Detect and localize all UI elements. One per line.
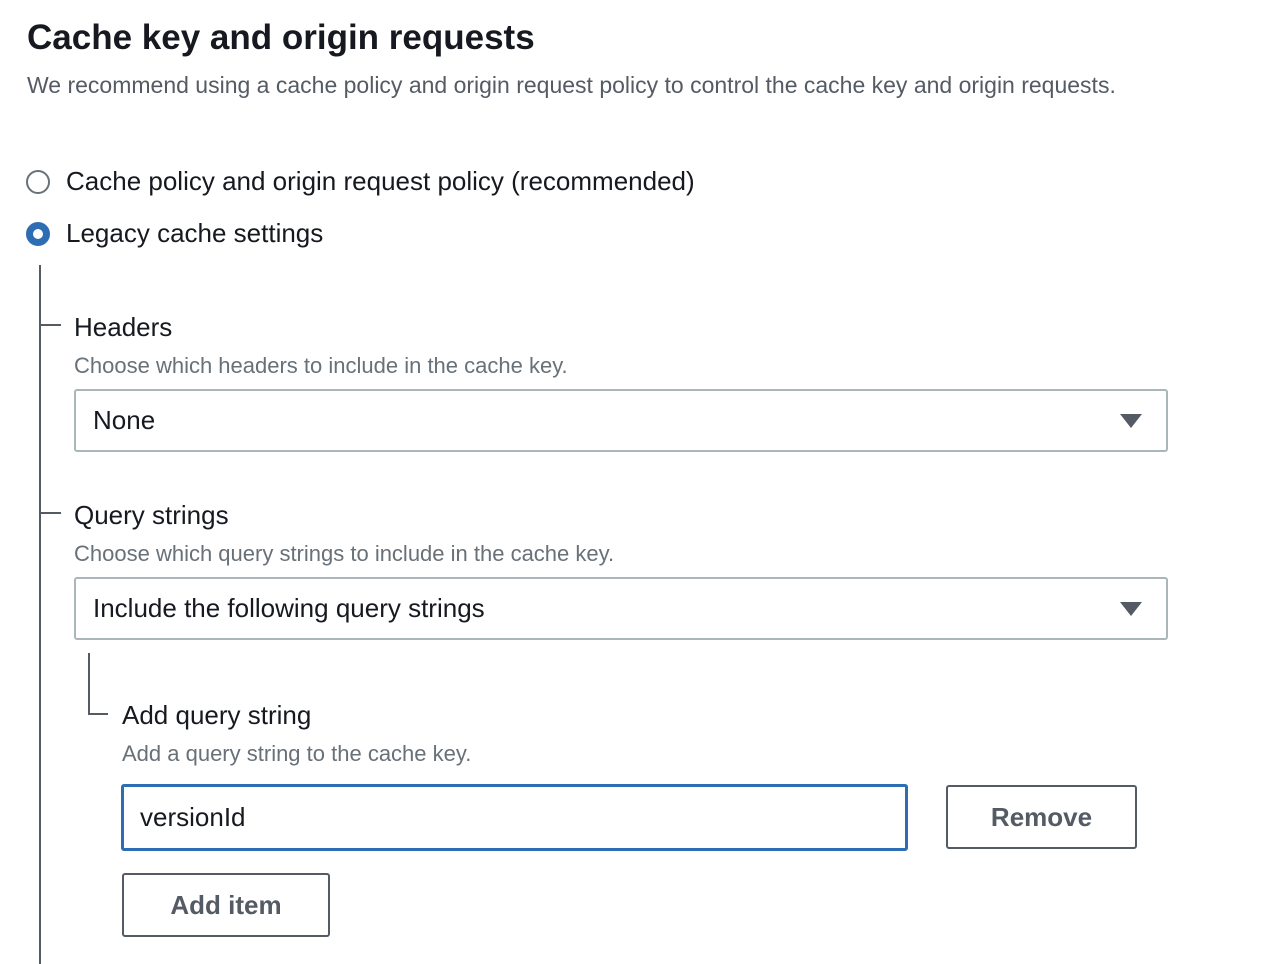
radio-cache-policy[interactable]: Cache policy and origin request policy (… (26, 166, 695, 197)
tree-inner-vertical-line (88, 653, 90, 715)
tree-branch-add-query-string (88, 713, 108, 715)
radio-unchecked-icon[interactable] (26, 169, 50, 194)
caret-down-icon (1120, 414, 1142, 428)
radio-legacy-label: Legacy cache settings (66, 218, 324, 248)
radio-checked-icon[interactable] (26, 221, 50, 246)
add-item-button[interactable]: Add item (122, 873, 330, 937)
headers-label: Headers (74, 312, 173, 342)
headers-select-value: None (93, 405, 156, 435)
add-query-string-label: Add query string (122, 700, 312, 730)
headers-select[interactable]: None (74, 389, 1168, 452)
section-title: Cache key and origin requests (27, 18, 535, 57)
query-strings-select-value: Include the following query strings (93, 593, 485, 623)
tree-branch-query-strings (39, 512, 61, 514)
query-strings-description: Choose which query strings to include in… (74, 541, 615, 566)
add-query-string-description: Add a query string to the cache key. (122, 741, 472, 766)
radio-legacy-cache-settings[interactable]: Legacy cache settings (26, 218, 323, 249)
caret-down-icon (1120, 602, 1142, 616)
query-strings-label: Query strings (74, 500, 229, 530)
cache-settings-page: Cache key and origin requests We recomme… (0, 0, 1280, 964)
query-string-input[interactable] (121, 784, 908, 851)
section-description: We recommend using a cache policy and or… (27, 72, 1116, 98)
tree-branch-headers (39, 324, 61, 326)
radio-cache-policy-label: Cache policy and origin request policy (… (66, 166, 695, 196)
tree-vertical-line (39, 265, 41, 964)
headers-description: Choose which headers to include in the c… (74, 353, 568, 378)
remove-button[interactable]: Remove (946, 785, 1137, 849)
query-strings-select[interactable]: Include the following query strings (74, 577, 1168, 640)
